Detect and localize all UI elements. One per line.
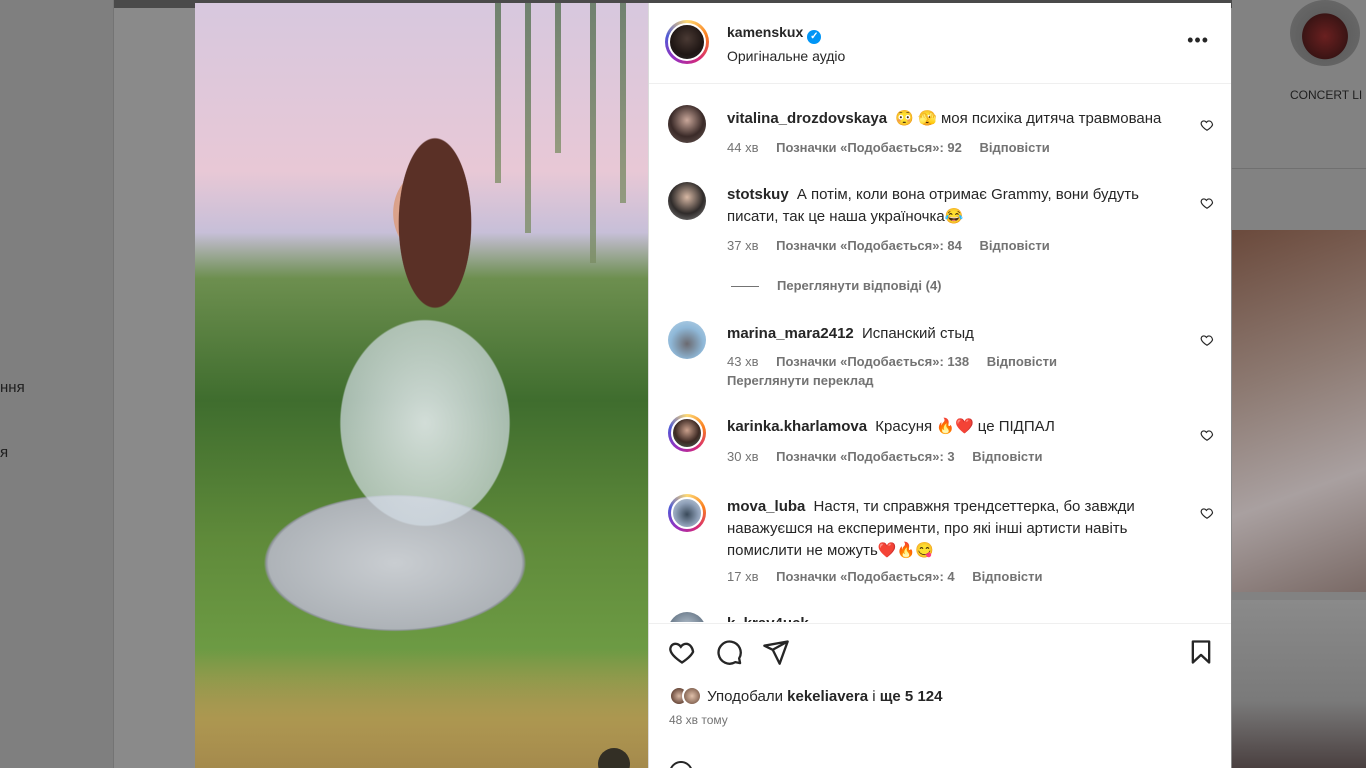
comment-body: k_krav4uck [727,613,1187,622]
commenter-avatar[interactable] [668,182,706,220]
comment-body: karinka.kharlamova Красуня 🔥❤️ це ПІДПАЛ [727,416,1187,438]
commenter-avatar[interactable] [668,321,706,359]
commenter-avatar[interactable] [668,105,706,143]
like-comment-heart-icon[interactable] [1200,506,1214,520]
like-comment-heart-icon[interactable] [1200,118,1214,132]
comment-bubble-icon[interactable] [715,638,743,666]
share-paper-plane-icon[interactable] [762,638,790,666]
background-nav-item[interactable]: ння [0,379,25,396]
likes-summary: Уподобали kekeliavera і ще 5 124 [669,686,942,706]
like-comment-heart-icon[interactable] [1200,428,1214,442]
comment-meta: 43 хв Позначки «Подобається»: 138 Відпов… [727,354,1071,369]
more-options-icon[interactable]: ••• [1187,31,1209,49]
see-translation-button[interactable]: Переглянути переклад [727,373,874,388]
comment-time[interactable]: 37 хв [727,238,758,253]
liker-username[interactable]: kekeliavera [787,688,868,705]
comment-time[interactable]: 43 хв [727,354,758,369]
comments-list: vitalina_drozdovskaya 😳 🫣 моя психіка ди… [649,84,1231,622]
post-media[interactable] [195,3,648,768]
background-thumbnail[interactable] [1232,600,1366,768]
comment-username[interactable]: marina_mara2412 [727,325,854,342]
save-bookmark-icon[interactable] [1187,638,1215,666]
view-replies-button[interactable]: Переглянути відповіді (4) [731,278,942,293]
commenter-avatar[interactable] [668,612,706,622]
like-comment-heart-icon[interactable] [1200,196,1214,210]
comment-body: marina_mara2412 Испанский стыд [727,323,1187,345]
emoji-picker-icon[interactable] [669,761,693,768]
background-divider [1232,168,1366,169]
author-avatar[interactable] [665,20,709,64]
comment-text: Красуня 🔥❤️ це ПІДПАЛ [875,418,1055,435]
media-decor [590,3,596,263]
likes-mid: і [872,688,876,705]
comment-username[interactable]: mova_luba [727,498,805,515]
comment-body: mova_luba Настя, ти справжня трендсеттер… [727,496,1187,562]
view-replies-label[interactable]: Переглянути відповіді (4) [777,278,942,293]
likes-prefix: Уподобали [707,688,783,705]
post-actions-bar [649,623,1231,684]
comment-username[interactable]: vitalina_drozdovskaya [727,110,887,127]
replies-divider [731,286,759,288]
background-story-avatar[interactable] [1290,0,1360,66]
comment-likes[interactable]: Позначки «Подобається»: 84 [776,238,962,253]
post-header: kamenskux ✓ Оригінальне аудіо ••• [649,3,1231,84]
comment-meta: 37 хв Позначки «Подобається»: 84 Відпові… [727,238,1064,253]
comment-text: Испанский стыд [861,325,974,342]
comment-text: 😳 🫣 моя психіка дитяча травмована [895,110,1162,127]
reply-button[interactable]: Відповісти [972,569,1042,584]
comment-meta: 30 хв Позначки «Подобається»: 3 Відповіс… [727,449,1057,464]
comment-username[interactable]: k_krav4uck [727,615,809,622]
media-decor [195,648,648,768]
reply-button[interactable]: Відповісти [980,140,1050,155]
audio-label[interactable]: Оригінальне аудіо [727,48,845,64]
media-decor [555,3,561,153]
comment-likes[interactable]: Позначки «Подобається»: 3 [776,449,955,464]
commenter-avatar[interactable] [668,494,706,532]
comment-time[interactable]: 17 хв [727,569,758,584]
reply-button[interactable]: Відповісти [980,238,1050,253]
comment-time[interactable]: 30 хв [727,449,758,464]
post-sidebar: kamenskux ✓ Оригінальне аудіо ••• vitalin… [648,3,1231,768]
post-modal: kamenskux ✓ Оригінальне аудіо ••• vitalin… [195,3,1231,768]
media-decor [495,3,501,183]
reply-button[interactable]: Відповісти [987,354,1057,369]
comment-likes[interactable]: Позначки «Подобається»: 92 [776,140,962,155]
media-decor [620,3,626,203]
like-heart-icon[interactable] [668,638,696,666]
author-username[interactable]: kamenskux ✓ [727,24,822,44]
commenter-avatar[interactable] [668,414,706,452]
comment-username[interactable]: stotskuy [727,186,789,203]
reply-button[interactable]: Відповісти [972,449,1042,464]
comment-meta: 17 хв Позначки «Подобається»: 4 Відповіс… [727,569,1057,584]
comment-likes[interactable]: Позначки «Подобається»: 4 [776,569,955,584]
author-username-text[interactable]: kamenskux [727,24,803,40]
comment-body: vitalina_drozdovskaya 😳 🫣 моя психіка ди… [727,108,1187,130]
media-decor [525,3,531,233]
likes-count[interactable]: ще 5 124 [880,688,943,705]
background-nav-item[interactable]: я [0,444,8,461]
background-sidebar: ння я [0,0,114,768]
post-time[interactable]: 48 хв тому [669,713,728,727]
like-comment-heart-icon[interactable] [1200,333,1214,347]
background-thumbnail[interactable] [1232,230,1366,592]
comment-likes[interactable]: Позначки «Подобається»: 138 [776,354,969,369]
verified-badge-icon: ✓ [807,30,822,44]
comment-meta: 44 хв Позначки «Подобається»: 92 Відпові… [727,140,1064,155]
comment-body: stotskuy А потім, коли вона отримає Gram… [727,184,1187,228]
comment-time[interactable]: 44 хв [727,140,758,155]
comment-username[interactable]: karinka.kharlamova [727,418,867,435]
likers-avatars[interactable] [669,686,703,706]
background-story-label: CONCERT LI [1290,88,1363,102]
